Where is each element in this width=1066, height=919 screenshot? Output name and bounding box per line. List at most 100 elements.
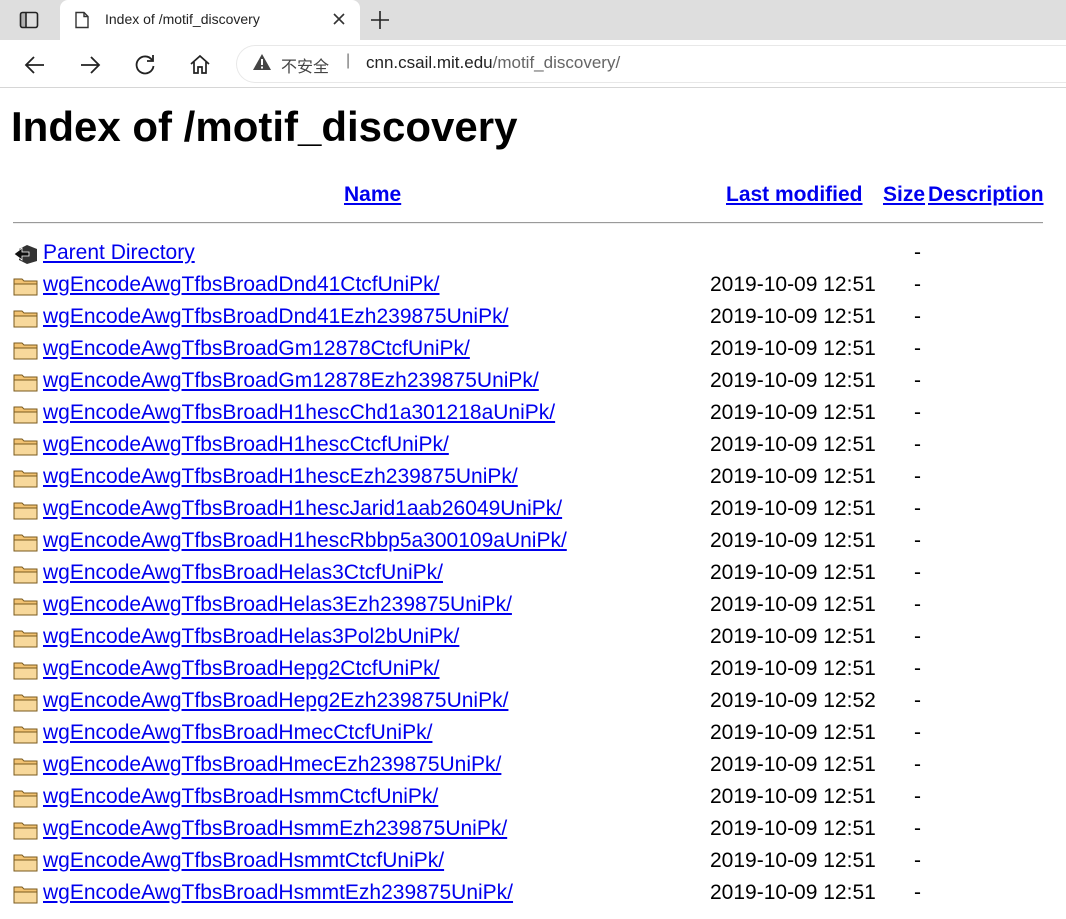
last-modified-cell: 2019-10-09 12:51 [710, 657, 876, 680]
parent-directory-row: Parent Directory - [0, 238, 1066, 270]
directory-link[interactable]: wgEncodeAwgTfbsBroadHelas3Ezh239875UniPk… [43, 593, 512, 617]
back-arrow-icon[interactable] [22, 52, 48, 78]
directory-row: wgEncodeAwgTfbsBroadH1hescRbbp5a300109aU… [0, 526, 1066, 558]
directory-link[interactable]: wgEncodeAwgTfbsBroadHsmmtEzh239875UniPk/ [43, 881, 513, 905]
url-host: cnn.csail.mit.edu [366, 53, 493, 72]
directory-row: wgEncodeAwgTfbsBroadDnd41Ezh239875UniPk/… [0, 302, 1066, 334]
directory-link[interactable]: wgEncodeAwgTfbsBroadHelas3Pol2bUniPk/ [43, 625, 459, 649]
size-cell: - [914, 689, 921, 712]
directory-link[interactable]: wgEncodeAwgTfbsBroadHsmmEzh239875UniPk/ [43, 817, 507, 841]
close-icon[interactable] [330, 10, 348, 28]
folder-icon [13, 755, 39, 777]
reload-icon[interactable] [132, 52, 158, 78]
forward-arrow-icon[interactable] [77, 52, 103, 78]
size-cell: - [914, 337, 921, 360]
url-path: /motif_discovery/ [492, 53, 621, 72]
folder-icon [13, 467, 39, 489]
last-modified-cell: 2019-10-09 12:51 [710, 465, 876, 488]
last-modified-cell: 2019-10-09 12:51 [710, 593, 876, 616]
directory-row: wgEncodeAwgTfbsBroadGm12878CtcfUniPk/201… [0, 334, 1066, 366]
directory-row: wgEncodeAwgTfbsBroadHsmmtCtcfUniPk/2019-… [0, 846, 1066, 878]
last-modified-cell: 2019-10-09 12:51 [710, 625, 876, 648]
directory-row: wgEncodeAwgTfbsBroadH1hescJarid1aab26049… [0, 494, 1066, 526]
address-separator: | [346, 52, 351, 69]
directory-row: wgEncodeAwgTfbsBroadHsmmtEzh239875UniPk/… [0, 878, 1066, 910]
directory-listing: Parent Directory - wgEncodeAwgTfbsBroadD… [0, 238, 1066, 910]
directory-row: wgEncodeAwgTfbsBroadHsmmCtcfUniPk/2019-1… [0, 782, 1066, 814]
size-cell: - [914, 721, 921, 744]
url-text[interactable]: cnn.csail.mit.edu/motif_discovery/ [366, 53, 620, 73]
directory-link[interactable]: wgEncodeAwgTfbsBroadGm12878Ezh239875UniP… [43, 369, 539, 393]
directory-link[interactable]: wgEncodeAwgTfbsBroadDnd41CtcfUniPk/ [43, 273, 440, 297]
directory-link[interactable]: wgEncodeAwgTfbsBroadH1hescRbbp5a300109aU… [43, 529, 567, 553]
directory-row: wgEncodeAwgTfbsBroadHsmmEzh239875UniPk/2… [0, 814, 1066, 846]
sort-by-size-link[interactable]: Size [883, 183, 925, 207]
last-modified-cell: 2019-10-09 12:51 [710, 529, 876, 552]
folder-icon [13, 787, 39, 809]
size-cell: - [914, 785, 921, 808]
last-modified-cell: 2019-10-09 12:51 [710, 401, 876, 424]
warning-icon[interactable] [252, 53, 272, 75]
last-modified-cell: 2019-10-09 12:51 [710, 497, 876, 520]
address-bar[interactable] [236, 45, 1066, 83]
folder-icon [13, 531, 39, 553]
sidebar-toggle-icon[interactable] [14, 8, 44, 32]
directory-link[interactable]: wgEncodeAwgTfbsBroadH1hescChd1a301218aUn… [43, 401, 555, 425]
tab-strip: Index of /motif_discovery [0, 0, 1066, 40]
directory-link[interactable]: wgEncodeAwgTfbsBroadH1hescCtcfUniPk/ [43, 433, 449, 457]
folder-icon [13, 275, 39, 297]
directory-row: wgEncodeAwgTfbsBroadHelas3Pol2bUniPk/201… [0, 622, 1066, 654]
page-icon [74, 11, 90, 33]
sort-by-name-link[interactable]: Name [344, 183, 401, 207]
size-cell: - [914, 625, 921, 648]
sort-by-last-modified-link[interactable]: Last modified [726, 183, 863, 207]
page-title: Index of /motif_discovery [11, 103, 518, 150]
directory-link[interactable]: wgEncodeAwgTfbsBroadHsmmtCtcfUniPk/ [43, 849, 444, 873]
last-modified-cell: 2019-10-09 12:51 [710, 337, 876, 360]
last-modified-cell: 2019-10-09 12:51 [710, 369, 876, 392]
security-label[interactable]: 不安全 [281, 53, 329, 77]
plus-icon[interactable] [368, 8, 392, 32]
directory-link[interactable]: wgEncodeAwgTfbsBroadDnd41Ezh239875UniPk/ [43, 305, 508, 329]
home-icon[interactable] [187, 52, 213, 78]
directory-row: wgEncodeAwgTfbsBroadH1hescCtcfUniPk/2019… [0, 430, 1066, 462]
folder-icon [13, 339, 39, 361]
directory-link[interactable]: wgEncodeAwgTfbsBroadH1hescEzh239875UniPk… [43, 465, 518, 489]
last-modified-cell: 2019-10-09 12:51 [710, 849, 876, 872]
folder-icon [13, 659, 39, 681]
directory-link[interactable]: wgEncodeAwgTfbsBroadHmecCtcfUniPk/ [43, 721, 432, 745]
sort-by-description-link[interactable]: Description [928, 183, 1044, 207]
last-modified-cell: 2019-10-09 12:51 [710, 273, 876, 296]
directory-link[interactable]: wgEncodeAwgTfbsBroadGm12878CtcfUniPk/ [43, 337, 470, 361]
size-cell: - [914, 433, 921, 456]
directory-link[interactable]: wgEncodeAwgTfbsBroadHsmmCtcfUniPk/ [43, 785, 438, 809]
directory-link[interactable]: wgEncodeAwgTfbsBroadHmecEzh239875UniPk/ [43, 753, 501, 777]
folder-icon [13, 307, 39, 329]
folder-icon [13, 723, 39, 745]
directory-link[interactable]: wgEncodeAwgTfbsBroadH1hescJarid1aab26049… [43, 497, 562, 521]
size-cell: - [914, 817, 921, 840]
folder-icon [13, 563, 39, 585]
last-modified-cell: 2019-10-09 12:51 [710, 721, 876, 744]
folder-icon [13, 851, 39, 873]
size-cell: - [914, 401, 921, 424]
parent-directory-link[interactable]: Parent Directory [43, 241, 195, 265]
size-cell: - [914, 849, 921, 872]
tab-title: Index of /motif_discovery [105, 11, 260, 27]
directory-row: wgEncodeAwgTfbsBroadHepg2CtcfUniPk/2019-… [0, 654, 1066, 686]
last-modified-cell: 2019-10-09 12:51 [710, 561, 876, 584]
size-cell: - [914, 305, 921, 328]
back-folder-icon [13, 243, 39, 265]
directory-row: wgEncodeAwgTfbsBroadHepg2Ezh239875UniPk/… [0, 686, 1066, 718]
directory-link[interactable]: wgEncodeAwgTfbsBroadHepg2CtcfUniPk/ [43, 657, 440, 681]
directory-link[interactable]: wgEncodeAwgTfbsBroadHepg2Ezh239875UniPk/ [43, 689, 508, 713]
last-modified-cell: 2019-10-09 12:51 [710, 817, 876, 840]
size-cell: - [914, 753, 921, 776]
active-tab[interactable]: Index of /motif_discovery [60, 0, 360, 40]
directory-link[interactable]: wgEncodeAwgTfbsBroadHelas3CtcfUniPk/ [43, 561, 443, 585]
size-cell: - [914, 881, 921, 904]
folder-icon [13, 595, 39, 617]
last-modified-cell: 2019-10-09 12:51 [710, 785, 876, 808]
size-cell: - [914, 465, 921, 488]
folder-icon [13, 691, 39, 713]
